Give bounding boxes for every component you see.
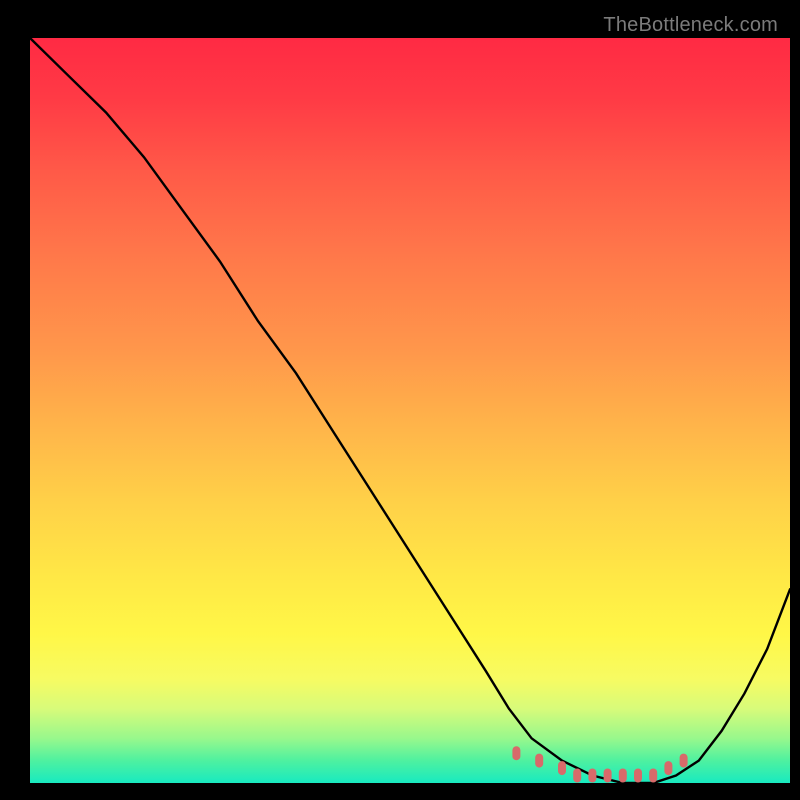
watermark-text: TheBottleneck.com (603, 14, 778, 37)
marker-dot (680, 754, 688, 768)
marker-dot (588, 769, 596, 783)
marker-dot (558, 761, 566, 775)
chart-svg (30, 38, 790, 783)
marker-dot (573, 769, 581, 783)
plot-area (30, 38, 790, 783)
marker-dot (512, 746, 520, 760)
marker-dot (619, 769, 627, 783)
marker-dot (535, 754, 543, 768)
marker-dot (604, 769, 612, 783)
marker-dot (634, 769, 642, 783)
bottleneck-curve (30, 38, 790, 783)
marker-dot (664, 761, 672, 775)
marker-dot (649, 769, 657, 783)
chart-frame: TheBottleneck.com (10, 10, 790, 790)
